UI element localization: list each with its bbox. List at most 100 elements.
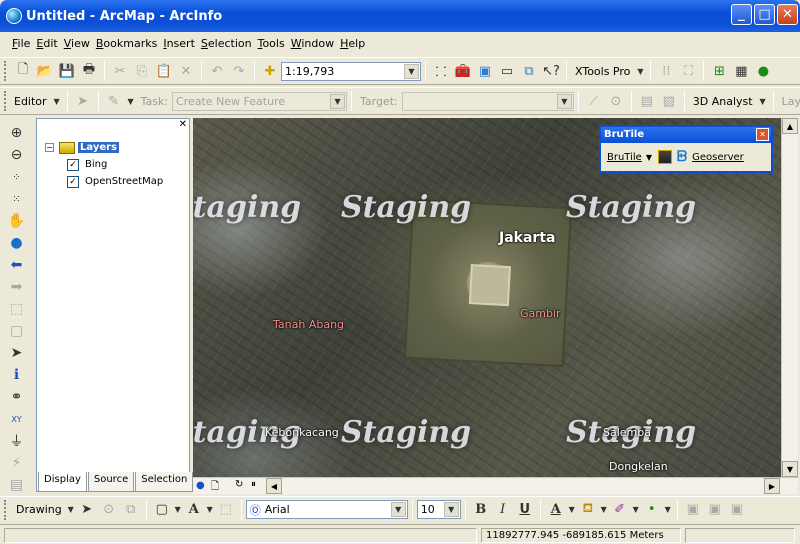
shape-tool-icon[interactable]: ⛶ xyxy=(677,60,699,82)
zoom-to-elements-icon[interactable]: ⧉ xyxy=(120,499,142,521)
chevron-down-icon[interactable]: ▼ xyxy=(567,499,577,521)
layer-name-openstreetmap[interactable]: OpenStreetMap xyxy=(85,176,163,187)
drawing-menu[interactable]: Drawing xyxy=(16,503,62,516)
arctoolbox-icon[interactable]: 🧰 xyxy=(452,60,474,82)
editor-menu[interactable]: Editor xyxy=(14,95,47,108)
tab-selection[interactable]: Selection xyxy=(135,472,194,492)
layer-checkbox-bing[interactable]: ✓ xyxy=(67,158,79,171)
rectangle-tool-icon[interactable]: ▢ xyxy=(151,499,173,521)
map-scale-combo[interactable]: 1:19,793 ▼ xyxy=(281,61,421,81)
menu-help[interactable]: Help xyxy=(340,37,365,50)
close-button[interactable]: ✕ xyxy=(777,4,798,25)
scroll-down-icon[interactable]: ▼ xyxy=(782,461,798,477)
undo-icon[interactable]: ↶ xyxy=(206,60,228,82)
layer-name-bing[interactable]: Bing xyxy=(85,159,107,170)
green-circle-icon[interactable]: ● xyxy=(752,60,774,82)
chevron-down-icon[interactable]: ▼ xyxy=(205,499,215,521)
full-extent-globe-icon[interactable]: ● xyxy=(5,232,29,254)
tile-tool-icon[interactable] xyxy=(657,150,672,164)
marker-color-icon[interactable]: • xyxy=(641,499,663,521)
frame-icon[interactable]: ▣ xyxy=(726,499,748,521)
bold-icon[interactable]: B xyxy=(470,499,492,521)
layer-row-bing[interactable]: ✓ Bing xyxy=(45,156,163,173)
brutile-title-bar[interactable]: BruTile ✕ xyxy=(601,127,771,143)
map-vertical-scrollbar[interactable]: ▲ ▼ xyxy=(781,118,798,477)
data-view-globe-icon[interactable]: ● xyxy=(196,480,205,491)
chevron-down-icon[interactable]: ▼ xyxy=(663,499,673,521)
toolbar-grip[interactable] xyxy=(4,61,8,81)
grid-tool-icon[interactable]: ⊞ xyxy=(708,60,730,82)
redo-icon[interactable]: ↷ xyxy=(228,60,250,82)
halo-icon[interactable]: ▣ xyxy=(704,499,726,521)
scroll-right-icon[interactable]: ▶ xyxy=(764,478,780,494)
chevron-down-icon[interactable]: ▼ xyxy=(66,499,76,521)
fixed-zoom-in-icon[interactable]: ⁘ xyxy=(5,166,29,188)
layers-root-label[interactable]: Layers xyxy=(78,142,119,153)
toolbar-grip[interactable] xyxy=(4,499,8,520)
menu-view[interactable]: View xyxy=(64,37,90,50)
scroll-up-icon[interactable]: ▲ xyxy=(782,118,798,134)
chevron-down-icon[interactable]: ▼ xyxy=(390,502,406,517)
xtools-pro-menu[interactable]: XTools Pro xyxy=(575,65,630,78)
map-horizontal-scrollbar[interactable]: ● 🗋 ↻ ⏸ ◀ ▶ xyxy=(193,477,798,494)
edit-tool-icon[interactable]: ➤ xyxy=(72,90,94,112)
edit-vertices-icon[interactable]: ⬚ xyxy=(215,499,237,521)
chevron-down-icon[interactable]: ▼ xyxy=(173,499,183,521)
target-combo[interactable]: ▼ xyxy=(401,91,574,111)
layer-checkbox-openstreetmap[interactable]: ✓ xyxy=(67,175,79,188)
paste-icon[interactable]: 📋 xyxy=(153,60,175,82)
toolbar-grip[interactable] xyxy=(4,91,6,111)
chevron-down-icon[interactable]: ▼ xyxy=(646,153,652,162)
chevron-down-icon[interactable]: ▼ xyxy=(125,90,137,112)
menu-window[interactable]: Window xyxy=(291,37,334,50)
back-arrow-icon[interactable]: ⬅ xyxy=(5,254,29,276)
pause-drawing-icon[interactable]: ⏸ xyxy=(251,479,256,490)
command-line-icon[interactable]: ▭ xyxy=(496,60,518,82)
bing-b-icon[interactable]: ᗸ xyxy=(677,149,687,165)
select-elements-arrow-icon[interactable]: ➤ xyxy=(5,342,29,364)
copy-icon[interactable]: ⎘ xyxy=(131,60,153,82)
tab-source[interactable]: Source xyxy=(87,472,135,492)
fixed-zoom-out-icon[interactable]: ⁙ xyxy=(5,188,29,210)
chevron-down-icon[interactable]: ▼ xyxy=(443,502,459,517)
shadow-icon[interactable]: ▣ xyxy=(682,499,704,521)
menu-bookmarks[interactable]: Bookmarks xyxy=(96,37,157,50)
sketch-properties-icon[interactable]: ▨ xyxy=(658,90,680,112)
italic-icon[interactable]: I xyxy=(492,499,514,521)
brutile-menu[interactable]: BruTile xyxy=(607,152,642,163)
maximize-button[interactable]: □ xyxy=(754,4,775,25)
menu-tools[interactable]: Tools xyxy=(258,37,285,50)
zoom-in-icon[interactable]: ⊕ xyxy=(5,122,29,144)
chevron-down-icon[interactable]: ▼ xyxy=(404,63,419,79)
line-color-icon[interactable]: ✐ xyxy=(609,499,631,521)
model-builder-icon[interactable]: ⧉ xyxy=(518,60,540,82)
font-combo[interactable]: Ⓞ Arial ▼ xyxy=(245,500,408,519)
editor-toolbar-icon[interactable]: ⸬ xyxy=(430,60,452,82)
text-tool-icon[interactable]: A xyxy=(183,499,205,521)
select-elements-arrow-icon[interactable]: ➤ xyxy=(76,499,98,521)
task-combo[interactable]: Create New Feature ▼ xyxy=(172,91,348,111)
arccatalog-icon[interactable]: ▣ xyxy=(474,60,496,82)
close-icon[interactable]: ✕ xyxy=(756,128,769,141)
sketch-tool-icon[interactable]: ✎ xyxy=(103,90,125,112)
add-data-icon[interactable]: ✚ xyxy=(259,60,281,82)
menu-file[interactable]: File xyxy=(12,37,30,50)
chevron-down-icon[interactable]: ▼ xyxy=(634,60,646,82)
tab-display[interactable]: Display xyxy=(38,472,87,492)
attributes-icon[interactable]: ▤ xyxy=(636,90,658,112)
layer-row-openstreetmap[interactable]: ✓ OpenStreetMap xyxy=(45,173,163,190)
html-popup-icon[interactable]: ▤ xyxy=(5,474,29,496)
layout-tool-icon[interactable]: ▦ xyxy=(730,60,752,82)
menu-selection[interactable]: Selection xyxy=(201,37,252,50)
underline-icon[interactable]: U xyxy=(514,499,536,521)
clear-selection-icon[interactable]: ▢ xyxy=(5,320,29,342)
chevron-down-icon[interactable]: ▼ xyxy=(556,93,572,109)
zoom-out-icon[interactable]: ⊖ xyxy=(5,144,29,166)
save-icon[interactable]: 💾 xyxy=(56,60,78,82)
cut-icon[interactable]: ✂ xyxy=(109,60,131,82)
close-icon[interactable]: ✕ xyxy=(179,119,187,130)
3d-analyst-menu[interactable]: 3D Analyst xyxy=(693,95,753,108)
chevron-down-icon[interactable]: ▼ xyxy=(631,499,641,521)
print-icon[interactable]: 🖶 xyxy=(78,60,100,82)
geoserver-button[interactable]: Geoserver xyxy=(692,152,744,163)
